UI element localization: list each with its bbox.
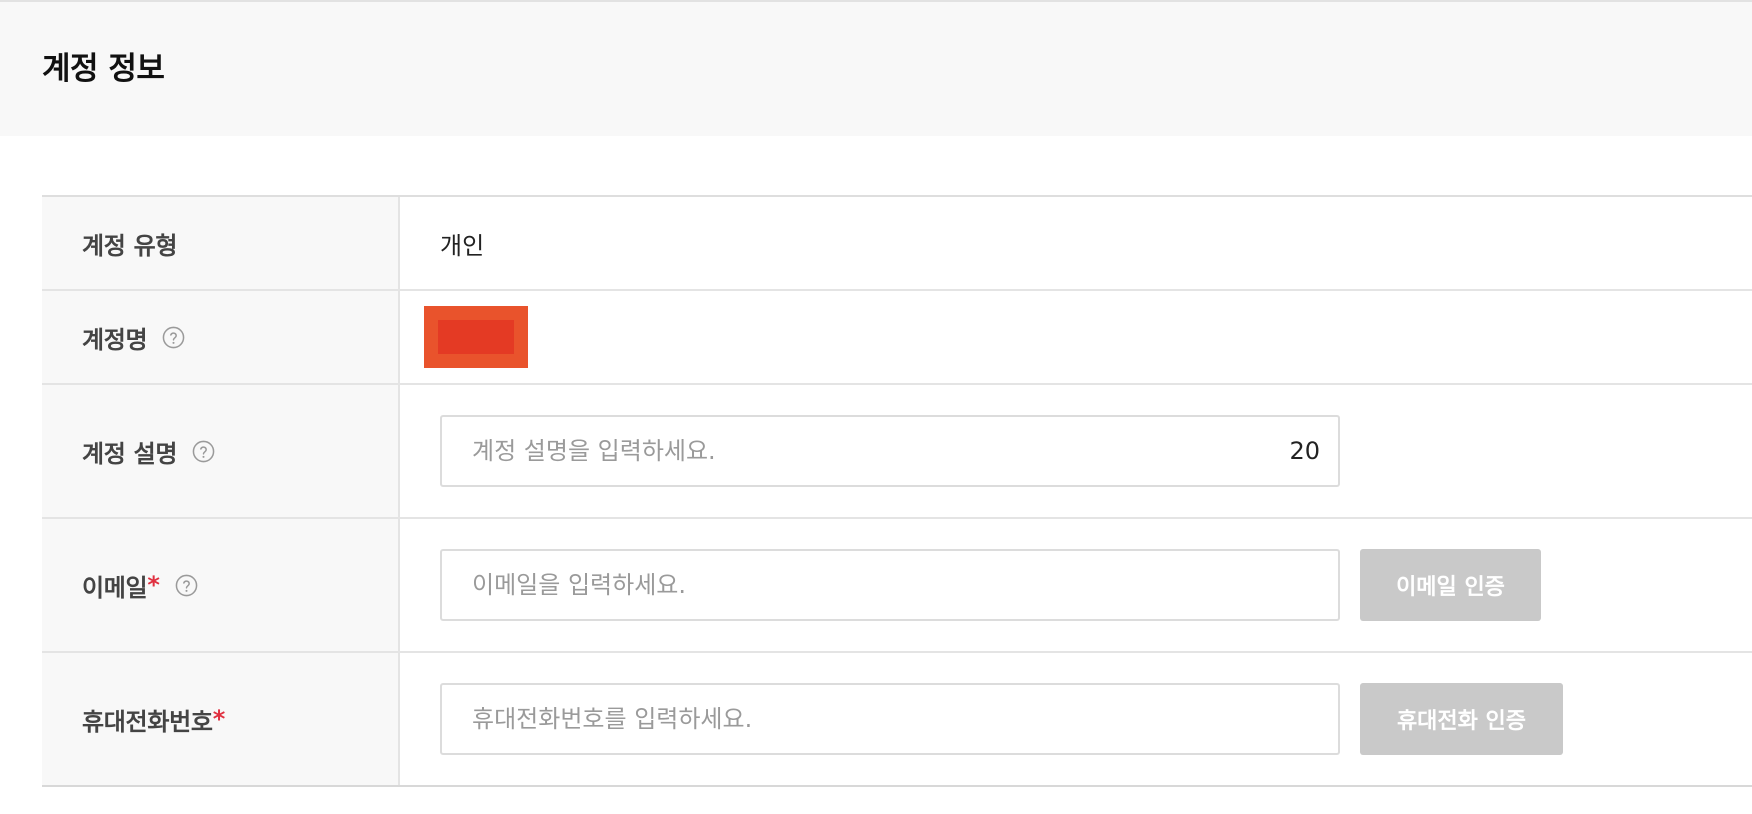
account-description-char-count: 20	[1289, 437, 1320, 465]
email-value-cell: 이메일 인증	[400, 519, 1752, 651]
email-required-mark: *	[147, 571, 160, 599]
email-input-wrapper	[440, 549, 1340, 621]
account-description-label-cell: 계정 설명	[42, 385, 400, 517]
redacted-account-name-inner	[438, 320, 514, 354]
account-description-row: 계정 설명 20	[42, 385, 1752, 519]
phone-value-cell: 휴대전화 인증	[400, 653, 1752, 785]
account-type-value-cell: 개인	[400, 197, 1752, 289]
phone-label-cell: 휴대전화번호 *	[42, 653, 400, 785]
email-input[interactable]	[442, 551, 1338, 619]
phone-required-mark: *	[212, 705, 226, 733]
email-verify-button[interactable]: 이메일 인증	[1360, 549, 1541, 621]
phone-verify-button[interactable]: 휴대전화 인증	[1360, 683, 1563, 755]
account-name-row: 계정명	[42, 291, 1752, 385]
email-help-icon[interactable]	[175, 574, 198, 597]
account-type-label: 계정 유형	[82, 231, 178, 260]
redacted-account-name	[424, 306, 528, 368]
account-type-label-cell: 계정 유형	[42, 197, 400, 289]
account-description-label: 계정 설명	[82, 439, 178, 468]
account-type-value: 개인	[440, 231, 485, 260]
account-description-input-wrapper: 20	[440, 415, 1340, 487]
phone-input[interactable]	[442, 685, 1338, 753]
email-label-cell: 이메일 *	[42, 519, 400, 651]
page-title: 계정 정보	[42, 51, 165, 87]
phone-input-wrapper	[440, 683, 1340, 755]
email-row: 이메일* 이메일 인증	[42, 519, 1752, 653]
account-description-value-cell: 20	[400, 385, 1752, 517]
account-name-label-cell: 계정명	[42, 291, 400, 383]
phone-label: 휴대전화번호	[82, 707, 213, 736]
phone-row: 휴대전화번호* 휴대전화 인증	[42, 653, 1752, 787]
account-type-row: 계정 유형 개인	[42, 197, 1752, 291]
section-header: 계정 정보	[0, 2, 1752, 136]
account-name-label: 계정명	[82, 325, 148, 354]
account-info-form: 계정 유형 개인 계정명 계정 설명 계정 설명을 입력하세요. 20 이메일 …	[42, 195, 1752, 787]
account-description-input[interactable]	[442, 417, 1338, 485]
account-description-help-icon[interactable]	[192, 440, 215, 463]
email-label: 이메일	[82, 573, 148, 602]
account-name-value-cell	[400, 291, 1752, 383]
account-name-help-icon[interactable]	[162, 326, 185, 349]
